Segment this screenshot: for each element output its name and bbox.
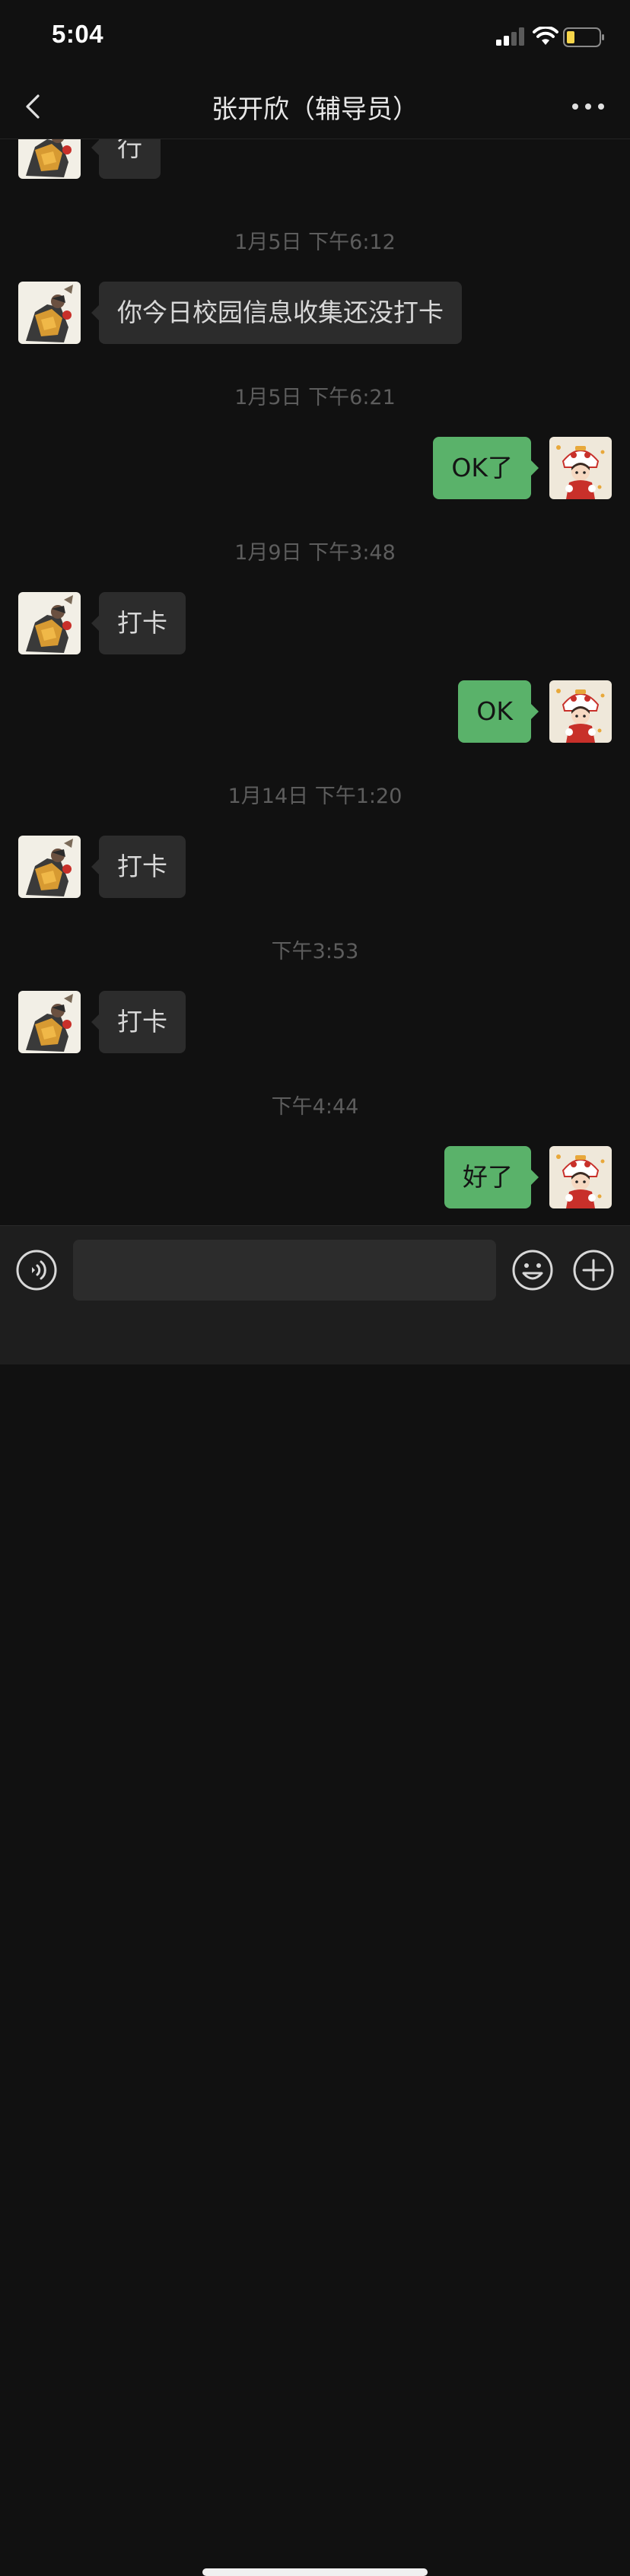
home-indicator[interactable] <box>202 2568 428 2576</box>
plus-icon[interactable] <box>572 1249 615 1291</box>
my-avatar[interactable] <box>549 1146 612 1208</box>
message-bubble-left[interactable]: 打卡 <box>91 592 186 654</box>
contact-avatar[interactable] <box>18 836 81 898</box>
my-avatar[interactable] <box>549 680 612 743</box>
message-timestamp: 下午3:53 <box>271 940 359 963</box>
contact-avatar[interactable] <box>18 592 81 654</box>
message-bubble-right[interactable]: OK <box>458 680 539 743</box>
message-bubble-left[interactable]: 你今日校园信息收集还没打卡 <box>91 282 462 344</box>
input-bar <box>0 1225 630 2576</box>
status-bar: 5:04 <box>0 0 630 73</box>
message-bubble-right[interactable]: 好了 <box>444 1146 539 1208</box>
contact-avatar[interactable] <box>18 991 81 1053</box>
contact-avatar[interactable] <box>18 282 81 344</box>
battery-icon <box>563 27 604 47</box>
message-timestamp: 1月5日 下午6:21 <box>234 386 396 409</box>
status-time: 5:04 <box>52 20 104 48</box>
message-input[interactable] <box>73 1240 496 1301</box>
emoji-icon[interactable] <box>511 1249 554 1291</box>
message-bubble-right[interactable]: OK了 <box>433 437 539 499</box>
my-avatar[interactable] <box>549 437 612 499</box>
message-list[interactable]: 行 1月5日 下午6:12 你今日校园信息收集还没打卡 1月5日 下午6:21 … <box>0 139 630 1225</box>
message-timestamp: 1月14日 下午1:20 <box>228 785 402 808</box>
wifi-icon <box>533 27 558 45</box>
message-timestamp: 1月5日 下午6:12 <box>234 231 396 254</box>
message-timestamp: 1月9日 下午3:48 <box>234 541 396 565</box>
contact-avatar[interactable] <box>18 139 81 179</box>
voice-icon[interactable] <box>15 1249 58 1291</box>
message-bubble-left[interactable]: 打卡 <box>91 836 186 898</box>
nav-bar: 张开欣（辅导员） <box>0 73 630 139</box>
more-dots-icon[interactable] <box>569 100 607 113</box>
cellular-signal-icon <box>496 27 524 46</box>
message-timestamp: 下午4:44 <box>271 1095 359 1119</box>
chat-title: 张开欣（辅导员） <box>212 94 418 125</box>
message-bubble-left[interactable]: 行 <box>91 139 161 179</box>
message-bubble-left[interactable]: 打卡 <box>91 991 186 1053</box>
